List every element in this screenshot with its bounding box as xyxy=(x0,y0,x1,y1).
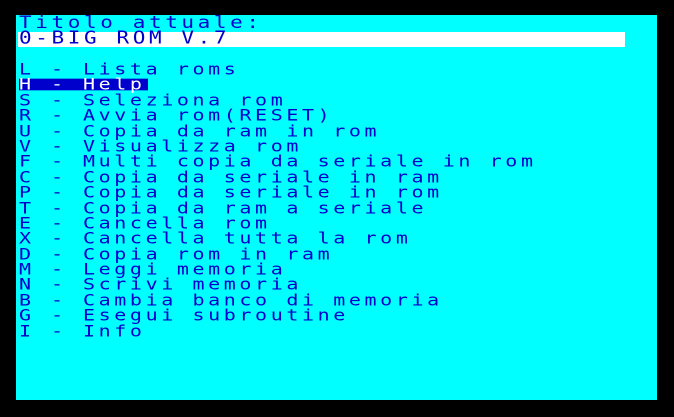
menu-item-separator: - xyxy=(51,136,67,156)
menu-item-key: M xyxy=(19,259,35,279)
menu-item-key: G xyxy=(19,306,35,325)
menu-item-separator: - xyxy=(51,59,67,79)
menu-item-key: F xyxy=(19,152,35,171)
menu-item-key: I xyxy=(19,321,35,341)
menu-item-separator: - xyxy=(51,105,67,125)
menu-item-key: P xyxy=(19,182,35,202)
menu-item-separator: - xyxy=(51,229,67,248)
menu-item-separator: - xyxy=(51,290,67,310)
menu-item-key: T xyxy=(19,198,35,217)
menu-item-info[interactable]: I - Info xyxy=(19,321,537,341)
command-menu: L - Lista roms H - Help S - Seleziona rom R - Av… xyxy=(19,59,537,341)
menu-item-separator: - xyxy=(51,259,67,279)
menu-item-separator: - xyxy=(51,90,67,110)
menu-item-key: C xyxy=(19,167,35,187)
menu-item-key: U xyxy=(19,121,35,141)
menu-item-key: D xyxy=(19,244,35,264)
menu-item-key: X xyxy=(19,229,35,248)
menu-item-separator: - xyxy=(51,275,67,294)
menu-item-label: Info xyxy=(83,321,146,341)
current-rom-name: 0-BIG ROM V.7 xyxy=(19,27,231,48)
menu-item-separator: - xyxy=(51,306,67,325)
menu-item-separator: - xyxy=(51,213,67,233)
menu-item-separator: - xyxy=(51,182,67,202)
menu-item-key: E xyxy=(19,213,35,233)
menu-item-key: V xyxy=(19,136,35,156)
terminal-screen: Titolo attuale: 0-BIG ROM V.7 L - Lista ro… xyxy=(16,15,657,400)
menu-item-key: N xyxy=(19,275,35,294)
menu-item-separator: - xyxy=(51,152,67,171)
menu-item-separator: - xyxy=(51,121,67,141)
menu-item-key: R xyxy=(19,105,35,125)
menu-item-key: H xyxy=(19,75,35,94)
current-rom-bar: 0-BIG ROM V.7 xyxy=(18,27,625,48)
menu-item-separator: - xyxy=(51,321,67,341)
menu-item-separator: - xyxy=(51,244,67,264)
menu-item-key: L xyxy=(19,59,35,79)
menu-item-separator: - xyxy=(51,198,67,217)
menu-item-separator: - xyxy=(51,75,67,94)
menu-item-key: B xyxy=(19,290,35,310)
menu-item-separator: - xyxy=(51,167,67,187)
menu-item-key: S xyxy=(19,90,35,110)
